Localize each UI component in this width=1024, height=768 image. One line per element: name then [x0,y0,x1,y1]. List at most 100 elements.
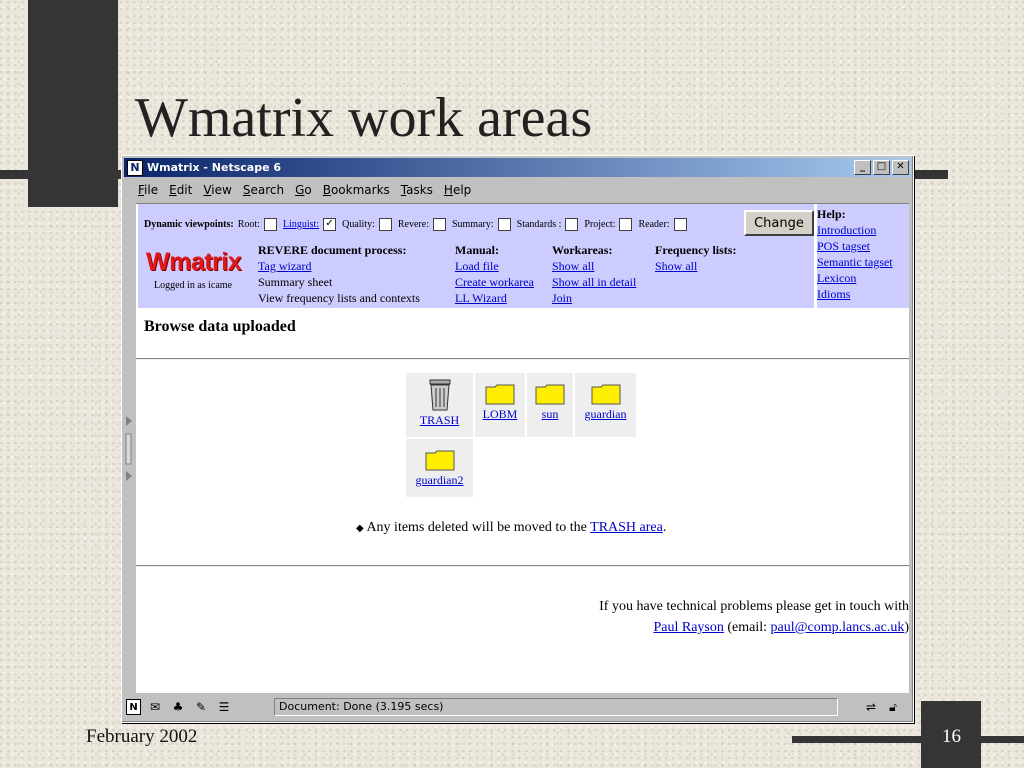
frequency-heading: Frequency lists: [655,243,737,257]
netscape-icon: N [127,159,143,176]
menu-edit[interactable]: Edit [169,183,192,197]
wmatrix-header: Dynamic viewpoints: Root: Linguist: ✓ Qua… [138,204,908,308]
viewpoint-root-label: Root: [237,219,260,230]
close-button[interactable]: ✕ [892,160,909,175]
browser-window: N Wmatrix - Netscape 6 _ □ ✕ File Edit V… [121,155,914,723]
slide-bottom-stripe [792,736,1024,743]
workareas-heading: Workareas: [552,243,613,257]
sidebar-grip-handle[interactable] [125,416,133,486]
minimize-button[interactable]: _ [854,160,871,175]
contact-name-link[interactable]: Paul Rayson [653,620,723,635]
join-link[interactable]: Join [552,291,572,305]
viewpoint-project-checkbox[interactable] [619,218,633,231]
create-workarea-link[interactable]: Create workarea [455,275,534,289]
tile-label-lobm[interactable]: LOBM [483,407,518,421]
viewpoint-summary-checkbox[interactable] [497,218,511,231]
contact-email-link[interactable]: paul@comp.lancs.ac.uk [771,620,905,635]
browse-title: Browse data uploaded [144,318,296,335]
summary-sheet-text: Summary sheet [258,275,333,289]
revere-column: REVERE document process: Tag wizard Summ… [258,242,420,306]
tile-label-guardian[interactable]: guardian [585,407,627,421]
help-idioms-link[interactable]: Idioms [817,287,850,301]
status-text: Document: Done (3.195 secs) [274,698,838,716]
viewpoint-linguist-link[interactable]: Linguist: [283,219,319,230]
bullet-icon: ◆ [356,523,364,534]
help-introduction-link[interactable]: Introduction [817,223,876,237]
note-text: Any items deleted will be moved to the [366,520,587,535]
slide-date: February 2002 [86,726,198,747]
email-prefix: (email: [727,620,768,635]
menu-view[interactable]: View [203,183,231,197]
email-suffix: ) [904,620,909,635]
workarea-tile-guardian2[interactable]: guardian2 [406,439,473,497]
help-lexicon-link[interactable]: Lexicon [817,271,856,285]
tile-label-trash[interactable]: TRASH [420,413,459,427]
show-all-in-detail-link[interactable]: Show all in detail [552,275,636,289]
note-suffix: . [662,520,667,535]
menu-file[interactable]: File [138,183,158,197]
trash-note: ◆ Any items deleted will be moved to the… [356,520,666,536]
window-titlebar[interactable]: N Wmatrix - Netscape 6 _ □ ✕ [124,158,911,177]
divider-top [136,358,909,360]
menu-bar: File Edit View Search Go Bookmarks Tasks… [126,180,909,200]
page-content: Dynamic viewpoints: Root: Linguist: ✓ Qua… [136,203,909,693]
folder-icon [535,384,565,405]
frequency-show-all-link[interactable]: Show all [655,259,697,273]
menu-go[interactable]: Go [295,183,312,197]
divider-bottom [136,565,909,567]
menu-search[interactable]: Search [243,183,284,197]
view-frequency-text: View frequency lists and contexts [258,291,420,305]
load-file-link[interactable]: Load file [455,259,499,273]
dynamic-viewpoints: Dynamic viewpoints: Root: Linguist: ✓ Qua… [144,218,693,231]
manual-heading: Manual: [455,243,500,257]
contact-info: If you have technical problems please ge… [599,596,909,638]
mail-icon[interactable]: ✉ [146,700,164,714]
menu-tasks[interactable]: Tasks [401,183,433,197]
viewpoint-standards-checkbox[interactable] [565,218,579,231]
workareas-column: Workareas: Show all Show all in detail J… [552,242,636,306]
wmatrix-logo: Wmatrix [146,248,242,276]
address-book-icon[interactable]: ☰ [215,700,233,714]
workarea-tile-guardian[interactable]: guardian [575,373,636,437]
window-title: Wmatrix - Netscape 6 [147,161,282,174]
connection-icon[interactable]: ⇌ [862,700,880,714]
logged-in-text: Logged in as icame [154,280,233,291]
slide-page-number: 16 [942,726,961,747]
instant-messenger-icon[interactable]: ♣ [169,700,187,714]
menu-bookmarks[interactable]: Bookmarks [323,183,390,197]
tile-label-guardian2[interactable]: guardian2 [416,473,464,487]
maximize-button[interactable]: □ [873,160,890,175]
workarea-tile-lobm[interactable]: LOBM [475,373,525,437]
menu-help[interactable]: Help [444,183,471,197]
help-heading: Help: [817,207,846,221]
folder-icon [485,384,515,405]
trash-area-link[interactable]: TRASH area [590,520,663,535]
viewpoints-label: Dynamic viewpoints: [144,219,234,230]
viewpoint-linguist-checkbox[interactable]: ✓ [323,218,337,231]
slide-title: Wmatrix work areas [135,87,593,149]
tile-label-sun[interactable]: sun [542,407,559,421]
workarea-tile-sun[interactable]: sun [527,373,573,437]
contact-line: If you have technical problems please ge… [599,599,909,614]
help-semantic-tagset-link[interactable]: Semantic tagset [817,255,893,269]
ll-wizard-link[interactable]: LL Wizard [455,291,507,305]
netscape-status-icon[interactable]: N [126,699,141,715]
viewpoint-quality-label: Quality: [342,219,375,230]
viewpoint-revere-checkbox[interactable] [432,218,446,231]
slide-left-stripe [0,170,123,179]
change-button[interactable]: Change [744,210,814,236]
viewpoint-standards-label: Standards : [516,219,562,230]
viewpoint-quality-checkbox[interactable] [378,218,392,231]
viewpoint-reader-label: Reader: [638,219,670,230]
tag-wizard-link[interactable]: Tag wizard [258,259,311,273]
help-pos-tagset-link[interactable]: POS tagset [817,239,870,253]
viewpoint-summary-label: Summary: [451,219,494,230]
workareas-show-all-link[interactable]: Show all [552,259,594,273]
viewpoint-reader-checkbox[interactable] [673,218,687,231]
viewpoint-root-checkbox[interactable] [263,218,277,231]
revere-heading: REVERE document process: [258,243,407,257]
workarea-tile-trash[interactable]: TRASH [406,373,473,437]
security-lock-icon[interactable]: 🔓︎ [884,700,902,714]
composer-icon[interactable]: ✎ [192,700,210,714]
help-panel: Help: Introduction POS tagset Semantic t… [814,204,909,308]
